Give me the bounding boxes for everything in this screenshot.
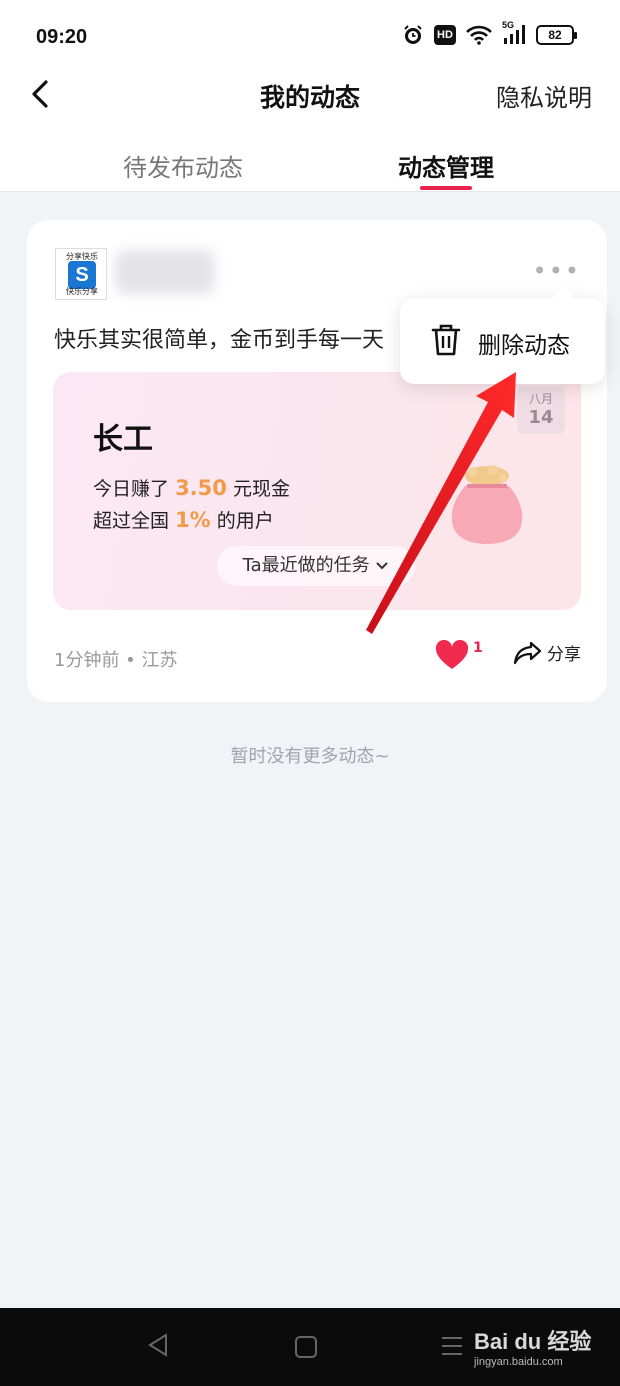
page-header: 我的动态 隐私说明 待发布动态 动态管理 — [0, 70, 620, 192]
earnings-line: 今日赚了 3.50 元现金 — [93, 474, 290, 501]
ranking-percent: 1% — [175, 508, 211, 532]
heart-icon — [435, 640, 469, 669]
alarm-icon — [402, 24, 424, 46]
ranking-prefix: 超过全国 — [93, 510, 170, 532]
trash-icon[interactable] — [430, 322, 462, 362]
earnings-suffix: 元现金 — [232, 478, 290, 500]
no-more-posts-text: 暂时没有更多动态~ — [230, 746, 390, 767]
earnings-card-title: 长工 — [93, 422, 153, 457]
earnings-prefix: 今日赚了 — [93, 478, 170, 500]
status-time: 09:20 — [36, 26, 88, 48]
tab-pending-posts[interactable]: 待发布动态 — [123, 148, 243, 183]
nav-menu-icon[interactable] — [440, 1334, 464, 1358]
tab-manage-posts[interactable]: 动态管理 — [398, 148, 494, 183]
wifi-icon — [466, 25, 492, 45]
blurred-username — [115, 250, 215, 294]
nav-back-icon[interactable] — [146, 1332, 170, 1358]
network-type-label: 5G — [502, 20, 515, 30]
ranking-suffix: 的用户 — [216, 510, 274, 532]
post-card: 分享快乐 S 快乐分享 ••• 快乐其实很简单，金币到手每一天 长工 今日赚了 … — [27, 220, 607, 702]
active-tab-indicator — [420, 186, 472, 190]
chevron-down-icon — [375, 555, 389, 576]
delete-post-option[interactable]: 删除动态 — [478, 326, 570, 360]
watermark-sub: jingyan.baidu.com — [474, 1356, 563, 1368]
post-meta: 1分钟前 • 江苏 — [54, 650, 178, 671]
status-bar: 09:20 HD 5G 82 — [0, 0, 620, 70]
status-icons: HD 5G 82 — [402, 20, 577, 46]
signal-icon: 5G — [502, 20, 526, 46]
watermark-main: Bai du 经验 — [474, 1329, 592, 1354]
privacy-link[interactable]: 隐私说明 — [496, 78, 592, 113]
share-button[interactable]: 分享 — [513, 640, 581, 666]
nav-home-icon[interactable] — [295, 1336, 317, 1358]
recent-tasks-button[interactable]: Ta最近做的任务 — [217, 546, 415, 586]
earnings-card: 长工 今日赚了 3.50 元现金 超过全国 1% 的用户 Ta最近做的任务 八月… — [53, 372, 581, 610]
date-badge: 八月 14 — [517, 386, 565, 434]
earnings-amount: 3.50 — [175, 476, 227, 500]
more-options-icon[interactable]: ••• — [533, 259, 581, 283]
recent-tasks-label: Ta最近做的任务 — [242, 555, 370, 576]
watermark: Bai du 经验 jingyan.baidu.com — [474, 1324, 591, 1368]
avatar-logo: S — [68, 261, 96, 289]
like-button[interactable]: 1 — [435, 640, 483, 670]
date-month: 八月 — [528, 392, 553, 406]
share-icon — [513, 641, 542, 665]
share-label: 分享 — [547, 645, 581, 665]
hd-icon: HD — [434, 25, 456, 45]
post-text: 快乐其实很简单，金币到手每一天 — [54, 328, 385, 353]
date-day: 14 — [528, 407, 554, 428]
post-options-popup: 删除动态 — [400, 298, 605, 384]
like-count: 1 — [473, 640, 483, 656]
avatar-bottom-text: 快乐分享 — [66, 287, 98, 296]
ranking-line: 超过全国 1% 的用户 — [93, 506, 274, 533]
avatar[interactable]: 分享快乐 S 快乐分享 — [55, 248, 107, 300]
battery-indicator: 82 — [536, 25, 577, 45]
money-bag-icon — [451, 465, 523, 544]
system-nav-bar: Bai du 经验 jingyan.baidu.com — [0, 1308, 620, 1386]
